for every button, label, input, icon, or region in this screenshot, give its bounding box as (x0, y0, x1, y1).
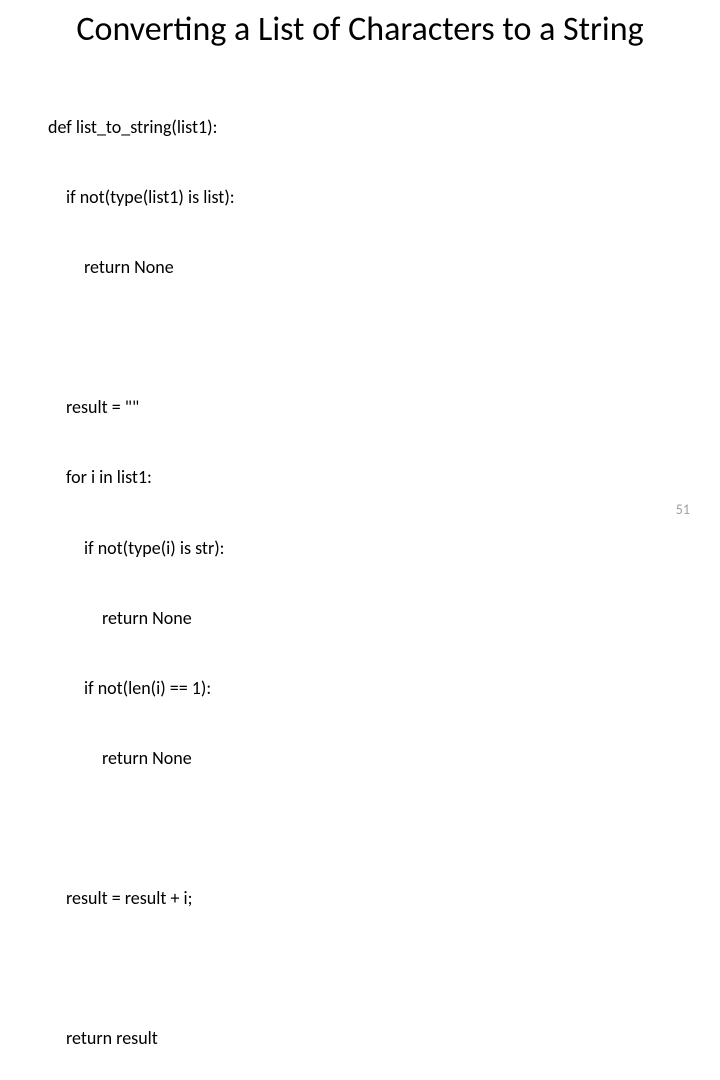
code-line: return None (48, 607, 720, 630)
slide: Converting a List of Characters to a Str… (0, 0, 720, 540)
code-line: result = "" (48, 396, 720, 419)
code-line: for i in list1: (48, 466, 720, 489)
blank-line (48, 326, 720, 349)
code-line: if not(type(list1) is list): (48, 186, 720, 209)
code-line: return None (48, 256, 720, 279)
blank-line (48, 817, 720, 840)
page-number: 51 (676, 501, 690, 518)
code-line: return None (48, 747, 720, 770)
slide-title: Converting a List of Characters to a Str… (40, 10, 680, 49)
code-line: if not(type(i) is str): (48, 537, 720, 560)
code-block: def list_to_string(list1): if not(type(l… (0, 69, 720, 1080)
code-line: def list_to_string(list1): (48, 116, 720, 139)
code-line: result = result + i; (48, 887, 720, 910)
code-line: return result (48, 1027, 720, 1050)
code-line: if not(len(i) == 1): (48, 677, 720, 700)
blank-line (48, 957, 720, 980)
